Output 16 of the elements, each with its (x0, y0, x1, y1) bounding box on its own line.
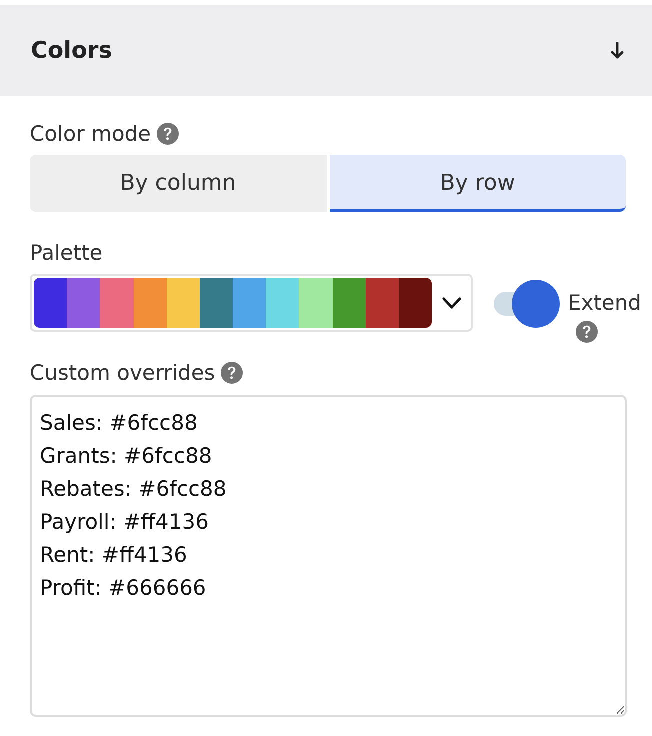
overrides-textarea[interactable]: Sales: #6fcc88 Grants: #6fcc88 Rebates: #6fcc88 Payroll: #ff4136 Rent: #ff4136 Profit: #666666 (30, 395, 627, 717)
help-icon[interactable] (221, 362, 244, 384)
section-header[interactable]: Colors (0, 5, 652, 96)
chevron-down-icon (442, 296, 462, 310)
segment-button[interactable]: By column (30, 155, 326, 212)
arrow-down-icon (611, 42, 624, 59)
help-icon[interactable] (157, 123, 180, 145)
extend-switch[interactable] (494, 280, 560, 328)
field-label: Palette (30, 240, 103, 267)
switch-label: Extend (568, 290, 642, 317)
help-icon[interactable] (576, 321, 598, 343)
field-label: Color mode (30, 121, 152, 148)
field-label: Custom overrides (30, 360, 216, 387)
palette-select[interactable] (30, 274, 473, 332)
section-title: Colors (31, 36, 112, 64)
segment-button[interactable]: By row (330, 155, 626, 212)
